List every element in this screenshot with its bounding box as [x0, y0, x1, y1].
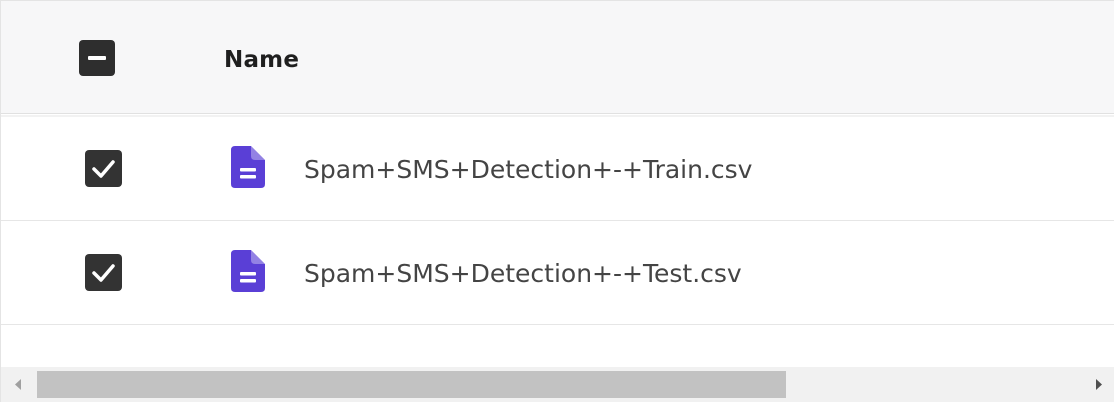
file-table: Name Spam+SMS+Detection+-+Train.csv Spam… [0, 0, 1114, 402]
scroll-left-arrow-icon[interactable] [5, 367, 33, 402]
table-row[interactable]: Spam+SMS+Detection+-+Train.csv [1, 117, 1114, 221]
table-header: Name [1, 1, 1114, 117]
indeterminate-dash-icon [88, 56, 106, 60]
row-checkbox[interactable] [85, 254, 122, 291]
select-all-checkbox[interactable] [79, 40, 115, 76]
row-checkbox[interactable] [85, 150, 122, 187]
file-name[interactable]: Spam+SMS+Detection+-+Test.csv [304, 259, 742, 289]
name-column-header[interactable]: Name [224, 45, 299, 75]
checkmark-icon [92, 160, 115, 178]
document-icon [231, 250, 265, 292]
scroll-right-arrow-icon[interactable] [1084, 367, 1112, 402]
checkmark-icon [92, 264, 115, 282]
horizontal-scrollbar[interactable] [1, 367, 1114, 402]
file-name[interactable]: Spam+SMS+Detection+-+Train.csv [304, 155, 752, 185]
table-row[interactable]: Spam+SMS+Detection+-+Test.csv [1, 221, 1114, 325]
scrollbar-thumb[interactable] [37, 371, 786, 398]
document-icon [231, 146, 265, 188]
